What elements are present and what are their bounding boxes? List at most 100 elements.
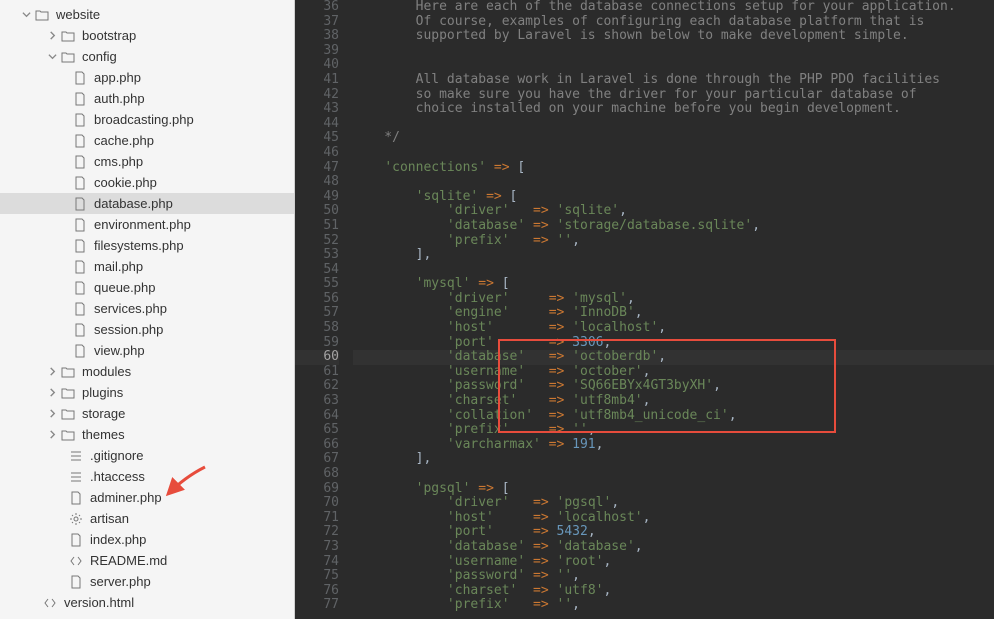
line-number: 48 (295, 175, 339, 190)
code-line[interactable]: 'prefix' => '', (353, 423, 994, 438)
line-number: 72 (295, 525, 339, 540)
code-line[interactable]: 'mysql' => [ (353, 277, 994, 292)
code-line[interactable]: 'driver' => 'sqlite', (353, 204, 994, 219)
line-number: 64 (295, 409, 339, 424)
code-line[interactable]: 'charset' => 'utf8', (353, 584, 994, 599)
file-icon (72, 344, 88, 358)
code-line[interactable]: 'database' => 'storage/database.sqlite', (353, 219, 994, 234)
tree-folder-plugins[interactable]: plugins (0, 382, 294, 403)
tree-file-cookie-php[interactable]: cookie.php (0, 172, 294, 193)
line-number: 70 (295, 496, 339, 511)
code-line[interactable]: 'driver' => 'mysql', (353, 292, 994, 307)
code-line[interactable]: 'engine' => 'InnoDB', (353, 306, 994, 321)
tree-file-view-php[interactable]: view.php (0, 340, 294, 361)
code-line[interactable] (353, 117, 994, 132)
code-line[interactable]: choice installed on your machine before … (353, 102, 994, 117)
line-number: 41 (295, 73, 339, 88)
code-line[interactable]: 'prefix' => '', (353, 234, 994, 249)
tree-file-session-php[interactable]: session.php (0, 319, 294, 340)
code-line[interactable]: 'sqlite' => [ (353, 190, 994, 205)
code-line[interactable] (353, 44, 994, 59)
code-line[interactable]: supported by Laravel is shown below to m… (353, 29, 994, 44)
code-line[interactable]: 'prefix' => '', (353, 598, 994, 613)
tree-folder-website[interactable]: website (0, 4, 294, 25)
tree-file-environment-php[interactable]: environment.php (0, 214, 294, 235)
code-line[interactable]: 'connections' => [ (353, 161, 994, 176)
code-line[interactable]: 'charset' => 'utf8mb4', (353, 394, 994, 409)
code-line[interactable]: 'password' => '', (353, 569, 994, 584)
line-number: 50 (295, 204, 339, 219)
code-line[interactable] (353, 467, 994, 482)
tree-file-version-html[interactable]: version.html (0, 592, 294, 613)
code-line[interactable]: 'port' => 5432, (353, 525, 994, 540)
code-line[interactable]: Of course, examples of configuring each … (353, 15, 994, 30)
code-line[interactable]: 'port' => 3306, (353, 336, 994, 351)
code-line[interactable] (353, 58, 994, 73)
tree-file-auth-php[interactable]: auth.php (0, 88, 294, 109)
tree-file-queue-php[interactable]: queue.php (0, 277, 294, 298)
tree-file-server-php[interactable]: server.php (0, 571, 294, 592)
tree-file-cache-php[interactable]: cache.php (0, 130, 294, 151)
tree-file-app-php[interactable]: app.php (0, 67, 294, 88)
line-number: 36 (295, 0, 339, 15)
tree-item-label: adminer.php (90, 490, 162, 505)
code-line[interactable]: ], (353, 248, 994, 263)
tree-file-adminer-php[interactable]: adminer.php (0, 487, 294, 508)
code-line[interactable]: Here are each of the database connection… (353, 0, 994, 15)
tree-item-label: session.php (94, 322, 163, 337)
code-line[interactable] (353, 263, 994, 278)
tree-item-label: themes (82, 427, 125, 442)
code-line[interactable]: 'username' => 'october', (353, 365, 994, 380)
line-number: 61 (295, 365, 339, 380)
code-line[interactable]: ], (353, 452, 994, 467)
code-line[interactable]: so make sure you have the driver for you… (353, 88, 994, 103)
code-line[interactable]: 'host' => 'localhost', (353, 511, 994, 526)
line-number: 76 (295, 584, 339, 599)
tree-file--gitignore[interactable]: .gitignore (0, 445, 294, 466)
tree-folder-bootstrap[interactable]: bootstrap (0, 25, 294, 46)
code-line[interactable]: 'host' => 'localhost', (353, 321, 994, 336)
code-editor[interactable]: 3637383940414243444546474849505152535455… (295, 0, 994, 619)
code-line[interactable]: 'database' => 'database', (353, 540, 994, 555)
tree-item-label: README.md (90, 553, 167, 568)
code-line[interactable]: 'driver' => 'pgsql', (353, 496, 994, 511)
tree-file-mail-php[interactable]: mail.php (0, 256, 294, 277)
file-tree-sidebar[interactable]: website bootstrapconfigapp.phpauth.phpbro… (0, 0, 295, 619)
code-content[interactable]: Here are each of the database connection… (353, 0, 994, 619)
line-number-gutter: 3637383940414243444546474849505152535455… (295, 0, 353, 619)
tree-folder-storage[interactable]: storage (0, 403, 294, 424)
tree-item-label: queue.php (94, 280, 155, 295)
line-number: 45 (295, 131, 339, 146)
tree-file-README-md[interactable]: README.md (0, 550, 294, 571)
code-line[interactable]: 'database' => 'octoberdb', (353, 350, 994, 365)
tree-file-artisan[interactable]: artisan (0, 508, 294, 529)
line-number: 63 (295, 394, 339, 409)
tree-item-label: website (56, 7, 100, 22)
tree-folder-modules[interactable]: modules (0, 361, 294, 382)
code-line[interactable]: 'collation' => 'utf8mb4_unicode_ci', (353, 409, 994, 424)
tree-item-label: mail.php (94, 259, 143, 274)
folder-icon (60, 29, 76, 43)
tree-folder-config[interactable]: config (0, 46, 294, 67)
code-line[interactable]: 'username' => 'root', (353, 555, 994, 570)
code-line[interactable]: 'varcharmax' => 191, (353, 438, 994, 453)
line-number: 75 (295, 569, 339, 584)
tree-file-broadcasting-php[interactable]: broadcasting.php (0, 109, 294, 130)
code-line[interactable] (353, 146, 994, 161)
tree-item-label: cookie.php (94, 175, 157, 190)
code-line[interactable] (353, 175, 994, 190)
line-number: 71 (295, 511, 339, 526)
line-number: 74 (295, 555, 339, 570)
code-line[interactable]: 'password' => 'SQ66EBYx4GT3byXH', (353, 379, 994, 394)
code-line[interactable]: 'pgsql' => [ (353, 482, 994, 497)
tree-file-database-php[interactable]: database.php (0, 193, 294, 214)
tree-file-index-php[interactable]: index.php (0, 529, 294, 550)
code-line[interactable]: All database work in Laravel is done thr… (353, 73, 994, 88)
tree-file--htaccess[interactable]: .htaccess (0, 466, 294, 487)
tree-file-filesystems-php[interactable]: filesystems.php (0, 235, 294, 256)
tree-folder-themes[interactable]: themes (0, 424, 294, 445)
line-number: 49 (295, 190, 339, 205)
code-line[interactable]: */ (353, 131, 994, 146)
tree-file-services-php[interactable]: services.php (0, 298, 294, 319)
tree-file-cms-php[interactable]: cms.php (0, 151, 294, 172)
